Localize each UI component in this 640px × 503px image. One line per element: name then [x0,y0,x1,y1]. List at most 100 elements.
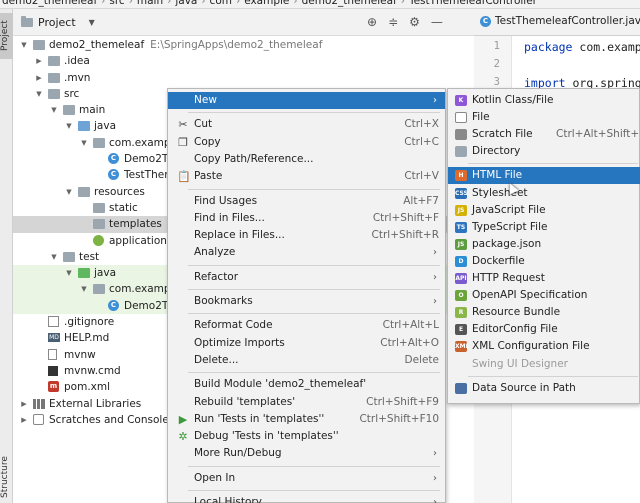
breadcrumb-item[interactable]: main [137,0,163,7]
tree-node-label: main [79,104,106,117]
chevron-down-icon[interactable]: ▼ [19,37,29,53]
menu-item-new[interactable]: New › [168,92,445,109]
submenu-item-resource-bundle[interactable]: R Resource Bundle [448,304,640,321]
chevron-right-icon: › [433,271,437,283]
pom-icon: m [48,381,59,393]
submenu-item-xml-configuration-file[interactable]: XML XML Configuration File [448,338,640,355]
menu-item-replace-in-files[interactable]: Replace in Files... Ctrl+Shift+R [168,227,445,244]
submenu-item-javascript-file[interactable]: JS JavaScript File [448,202,640,219]
collapse-icon[interactable]: ≑ [388,15,398,29]
chevron-right-icon[interactable]: ▶ [19,396,29,412]
project-tool-tab[interactable]: Project [0,13,13,59]
scratch-file-icon [455,129,467,141]
menu-item-label: New [194,94,217,106]
menu-item-paste[interactable]: 📋 Paste Ctrl+V [168,168,445,185]
folder-icon [48,56,60,67]
http-icon: API [455,273,467,284]
tree-node-label: demo2_themeleaf E:\SpringApps\demo2_theme… [49,39,323,51]
directory-icon [455,146,467,158]
chevron-down-icon[interactable]: ▼ [49,249,59,265]
breadcrumb-item[interactable]: demo2_themeleaf [302,0,397,7]
submenu-item-label: HTTP Request [472,272,545,284]
menu-item-find-usages[interactable]: Find Usages Alt+F7 [168,193,445,210]
menu-item-label: Rebuild 'templates' [194,395,296,408]
chevron-down-icon[interactable]: ▼ [64,184,74,200]
tree-node[interactable]: ▶ .idea [13,53,474,69]
tree-node[interactable]: ▼ demo2_themeleaf E:\SpringApps\demo2_them… [13,37,474,53]
breadcrumb-item[interactable]: com [210,0,232,7]
datasource-icon [455,382,467,394]
folder-icon [93,219,105,230]
breadcrumb-item[interactable]: example [244,0,289,7]
chevron-right-icon[interactable]: ▶ [19,412,29,428]
chevron-right-icon[interactable]: ▶ [34,53,44,69]
project-view-selector[interactable]: Project ▼ [21,16,95,29]
minimize-icon[interactable]: — [431,15,443,29]
breadcrumb-trail[interactable]: demo2_themeleaf › src › main › java › com › exampl… [2,0,537,7]
menu-item-bookmarks[interactable]: Bookmarks › [168,293,445,310]
submenu-item-data-source-in-path[interactable]: Data Source in Path [448,380,640,397]
submenu-item-typescript-file[interactable]: TS TypeScript File [448,219,640,236]
menu-item-reformat-code[interactable]: Reformat Code Ctrl+Alt+L [168,317,445,334]
menu-item-open-in[interactable]: Open In › [168,470,445,487]
chevron-down-icon[interactable]: ▼ [79,281,89,297]
editorconfig-icon: E [455,324,467,336]
menu-item-refactor[interactable]: Refactor › [168,269,445,286]
submenu-item-http-request[interactable]: API HTTP Request [448,270,640,287]
gear-icon[interactable]: ⚙ [409,15,420,29]
submenu-item-file[interactable]: File [448,109,640,126]
source-folder-icon [78,121,90,132]
submenu-item-stylesheet[interactable]: CSS Stylesheet [448,185,640,202]
menu-item-optimize-imports[interactable]: Optimize Imports Ctrl+Alt+O [168,335,445,352]
submenu-item-package-json[interactable]: JS package.json [448,236,640,253]
submenu-item-scratch-file[interactable]: Scratch File Ctrl+Alt+Shift+Ins [448,126,640,143]
module-folder-icon [33,40,45,50]
menu-item-shortcut: Ctrl+Shift+F10 [359,412,439,425]
chevron-right-icon: › [433,497,437,503]
menu-item-local-history[interactable]: Local History › [168,494,445,503]
menu-separator [188,465,440,467]
folder-icon [48,72,60,83]
properties-icon [93,234,104,246]
submenu-item-label: JavaScript File [472,203,546,216]
breadcrumb-item[interactable]: src [109,0,124,7]
submenu-item-html-file[interactable]: H HTML File [448,167,640,185]
chevron-right-icon[interactable]: ▶ [34,70,44,86]
breadcrumb-item[interactable]: demo2_themeleaf [2,0,97,7]
tree-node[interactable]: ▶ .mvn [13,70,474,86]
menu-item-label: Delete... [194,353,239,366]
submenu-item-directory[interactable]: Directory [448,143,640,160]
menu-item-cut[interactable]: ✂ Cut Ctrl+X [168,116,445,133]
submenu-item-editorconfig-file[interactable]: E EditorConfig File [448,321,640,338]
menu-item-analyze[interactable]: Analyze › [168,244,445,261]
menu-item-find-in-files[interactable]: Find in Files... Ctrl+Shift+F [168,210,445,227]
folder-icon [48,88,60,99]
target-icon[interactable]: ⊕ [367,15,377,29]
menu-item-run-tests-in-templates[interactable]: ▶ Run 'Tests in 'templates'' Ctrl+Shift+F1… [168,411,445,428]
breadcrumb-item[interactable]: TestThemeleafController [409,0,537,7]
menu-item-label: Reformat Code [194,319,273,332]
menu-item-label: Paste [194,170,223,183]
context-menu: New › ✂ Cut Ctrl+X ❐ Copy Ctrl+C Copy Path/Refer… [167,88,446,503]
menu-item-copy[interactable]: ❐ Copy Ctrl+C [168,134,445,151]
folder-icon [63,105,75,116]
chevron-down-icon[interactable]: ▼ [34,86,44,102]
menu-item-delete[interactable]: Delete... Delete [168,352,445,369]
submenu-item-openapi-specification[interactable]: O OpenAPI Specification [448,287,640,304]
menu-item-build-module-demo2-themeleaf[interactable]: Build Module 'demo2_themeleaf' [168,376,445,393]
chevron-down-icon[interactable]: ▼ [79,135,89,151]
submenu-item-kotlin-class-file[interactable]: K Kotlin Class/File [448,92,640,109]
submenu-item-dockerfile[interactable]: D Dockerfile [448,253,640,270]
menu-item-more-run-debug[interactable]: More Run/Debug › [168,445,445,462]
chevron-down-icon[interactable]: ▼ [64,118,74,134]
openapi-icon: O [455,290,467,302]
menu-item-debug-tests-in-templates[interactable]: ✲ Debug 'Tests in 'templates'' [168,428,445,445]
chevron-down-icon[interactable]: ▼ [64,265,74,281]
editor-tab[interactable]: C TestThemeleafController.java × [480,15,640,27]
breadcrumb-item[interactable]: java [175,0,197,7]
structure-tool-tab[interactable]: Structure [0,451,13,503]
chevron-right-icon: › [433,247,437,259]
menu-item-rebuild-templates[interactable]: Rebuild 'templates' Ctrl+Shift+F9 [168,394,445,411]
menu-item-copy-path-reference[interactable]: Copy Path/Reference... [168,151,445,168]
chevron-down-icon[interactable]: ▼ [49,102,59,118]
